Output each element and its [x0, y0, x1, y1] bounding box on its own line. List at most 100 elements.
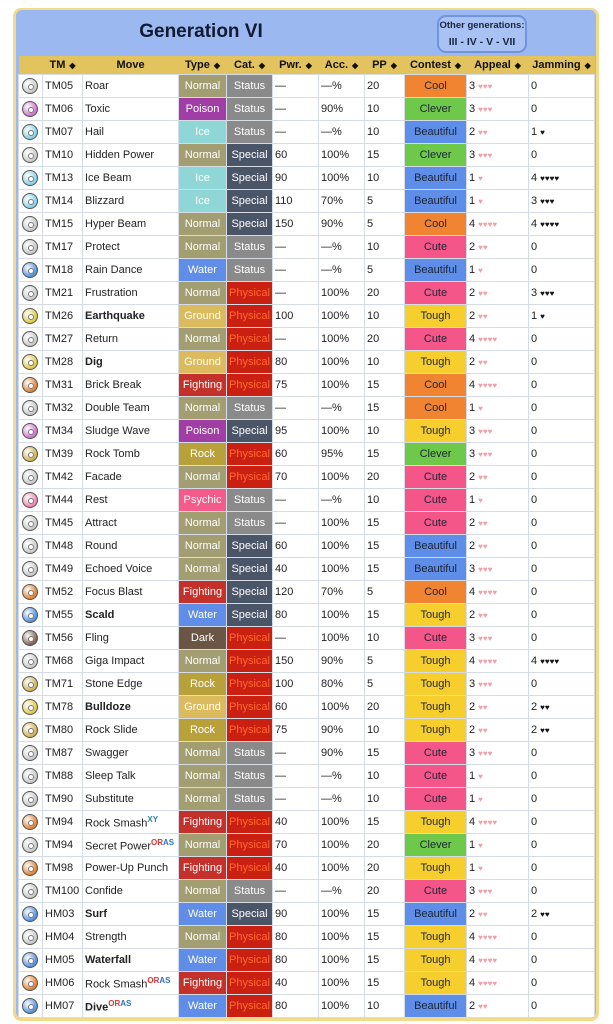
move-name[interactable]: Rain Dance: [85, 264, 142, 276]
column-header-pwr[interactable]: Pwr. ◆: [272, 56, 319, 75]
move-name[interactable]: Dive: [85, 1001, 108, 1013]
gen-link-iii[interactable]: III: [449, 36, 458, 48]
column-header-cat[interactable]: Cat. ◆: [226, 56, 273, 75]
move-name[interactable]: Round: [85, 540, 117, 552]
accuracy-value: 100%: [318, 281, 365, 305]
jamming-cell: 0: [528, 557, 595, 581]
move-name[interactable]: Blizzard: [85, 195, 124, 207]
appeal-cell: 2 ♥♥: [466, 304, 529, 328]
jamming-cell: 2 ♥♥: [528, 902, 595, 926]
sort-icon[interactable]: ◆: [306, 61, 312, 70]
pp-value: 15: [364, 971, 405, 995]
sort-icon[interactable]: ◆: [515, 61, 521, 70]
move-name[interactable]: Sludge Wave: [85, 425, 150, 437]
jamming-cell: 0: [528, 856, 595, 880]
move-cell: Roar: [82, 74, 179, 98]
move-name[interactable]: Sleep Talk: [85, 770, 136, 782]
column-header-pp[interactable]: PP ◆: [364, 56, 405, 75]
move-name[interactable]: Double Team: [85, 402, 150, 414]
move-name[interactable]: Swagger: [85, 747, 128, 759]
move-name[interactable]: Surf: [85, 908, 107, 920]
appeal-hearts-icon: ♥♥♥: [478, 887, 493, 896]
tm-number: TM80: [42, 718, 83, 742]
type-badge: Normal: [178, 741, 227, 765]
gen-link-v[interactable]: V: [486, 36, 493, 48]
move-name[interactable]: Rock Smash: [85, 978, 147, 990]
sort-icon[interactable]: ◆: [455, 61, 461, 70]
move-name[interactable]: Earthquake: [85, 310, 145, 322]
disc-cell: [18, 166, 43, 190]
type-badge: Normal: [178, 557, 227, 581]
sort-icon[interactable]: ◆: [69, 61, 75, 70]
move-name[interactable]: Fling: [85, 632, 109, 644]
power-value: —: [272, 120, 319, 144]
move-name[interactable]: Power-Up Punch: [85, 862, 168, 874]
disc-icon: [22, 170, 38, 186]
move-name[interactable]: Toxic: [85, 103, 110, 115]
move-name[interactable]: Scald: [85, 609, 114, 621]
pp-value: 20: [364, 695, 405, 719]
gen-link-iv[interactable]: IV: [467, 36, 477, 48]
move-name[interactable]: Hidden Power: [85, 149, 154, 161]
appeal-value: 2: [469, 701, 476, 713]
pp-value: 20: [364, 74, 405, 98]
move-name[interactable]: Stone Edge: [85, 678, 143, 690]
move-name[interactable]: Rock Smash: [85, 817, 147, 829]
sort-icon[interactable]: ◆: [391, 61, 397, 70]
appeal-value: 2: [469, 540, 476, 552]
category-badge: Special: [226, 419, 273, 443]
move-name[interactable]: Protect: [85, 241, 120, 253]
gen-link-vii[interactable]: VII: [502, 36, 515, 48]
move-name[interactable]: Strength: [85, 931, 127, 943]
move-name[interactable]: Bulldoze: [85, 701, 131, 713]
move-cell: Attract: [82, 511, 179, 535]
column-header-acc[interactable]: Acc. ◆: [318, 56, 365, 75]
move-name[interactable]: Secret Power: [85, 840, 151, 852]
move-name[interactable]: Frustration: [85, 287, 138, 299]
appeal-hearts-icon: ♥♥: [478, 703, 488, 712]
contest-badge: Cute: [404, 235, 467, 259]
power-value: 95: [272, 419, 319, 443]
move-name[interactable]: Dig: [85, 356, 103, 368]
move-name[interactable]: Hail: [85, 126, 104, 138]
category-badge: Physical: [226, 948, 273, 972]
move-name[interactable]: Rock Tomb: [85, 448, 140, 460]
disc-cell: [18, 925, 43, 949]
move-name[interactable]: Giga Impact: [85, 655, 144, 667]
move-name[interactable]: Return: [85, 333, 118, 345]
column-header-contest[interactable]: Contest ◆: [404, 56, 467, 75]
game-version-tag: ORAS: [147, 975, 171, 985]
move-name[interactable]: Hyper Beam: [85, 218, 146, 230]
tm-number: TM49: [42, 557, 83, 581]
sort-icon[interactable]: ◆: [585, 61, 591, 70]
category-badge: Physical: [226, 304, 273, 328]
move-name[interactable]: Facade: [85, 471, 122, 483]
table-row: TM21 Frustration Normal Physical —100% 20 Cute…: [18, 281, 595, 305]
move-name[interactable]: Echoed Voice: [85, 563, 152, 575]
sort-icon[interactable]: ◆: [352, 61, 358, 70]
move-name[interactable]: Rock Slide: [85, 724, 138, 736]
type-badge: Normal: [178, 787, 227, 811]
move-name[interactable]: Focus Blast: [85, 586, 142, 598]
move-name[interactable]: Substitute: [85, 793, 134, 805]
move-name[interactable]: Waterfall: [85, 954, 131, 966]
move-name[interactable]: Roar: [85, 80, 109, 92]
contest-badge: Cute: [404, 465, 467, 489]
column-header-label: Contest: [409, 59, 451, 71]
move-name[interactable]: Attract: [85, 517, 117, 529]
move-name[interactable]: Ice Beam: [85, 172, 131, 184]
appeal-cell: 4 ♥♥♥♥: [466, 212, 529, 236]
move-name[interactable]: Confide: [85, 885, 123, 897]
move-cell: Fling: [82, 626, 179, 650]
column-header-tm[interactable]: TM ◆: [42, 56, 83, 75]
column-header-jamming[interactable]: Jamming ◆: [528, 56, 595, 75]
column-header-appeal[interactable]: Appeal ◆: [466, 56, 529, 75]
move-name[interactable]: Brick Break: [85, 379, 141, 391]
sort-icon[interactable]: ◆: [259, 61, 265, 70]
contest-badge: Tough: [404, 971, 467, 995]
column-header-type[interactable]: Type ◆: [178, 56, 227, 75]
move-name[interactable]: Rest: [85, 494, 108, 506]
power-value: 80: [272, 994, 319, 1018]
sort-icon[interactable]: ◆: [214, 61, 220, 70]
accuracy-value: 100%: [318, 971, 365, 995]
